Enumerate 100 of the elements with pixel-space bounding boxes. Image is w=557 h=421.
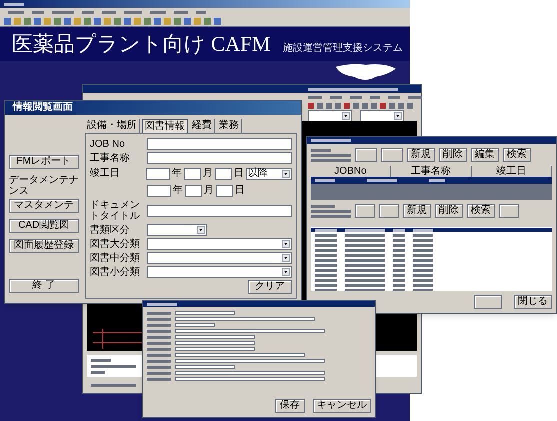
button[interactable]: キャンセル [313,399,371,413]
button[interactable] [381,148,403,162]
illegible-text-drawing [413,254,433,256]
input-field[interactable] [175,311,235,315]
button[interactable]: 検索 [503,148,531,162]
select-field[interactable] [147,238,292,250]
input-field[interactable] [184,168,201,180]
select-field[interactable] [308,110,352,122]
input-field[interactable] [147,205,292,217]
illegible-text-drawing [315,228,337,232]
input-field[interactable] [216,184,233,196]
illegible-text-drawing [315,258,337,262]
illegible-text-drawing [315,238,337,242]
input-field[interactable] [175,359,325,363]
illegible-text-drawing [311,154,351,156]
illegible-text-drawing [393,228,405,232]
illegible-text-drawing [413,264,433,266]
input-field[interactable] [175,365,235,369]
button[interactable]: 閉じる [514,295,552,309]
dropdown-arrow-icon [282,268,290,276]
illegible-text-drawing [345,248,385,252]
illegible-text-drawing [147,360,171,362]
button[interactable] [355,148,377,162]
dropdown-arrow-icon [282,170,290,178]
input-field[interactable] [147,152,292,164]
input-field[interactable] [147,138,292,150]
illegible-text-drawing [388,96,400,98]
select-field[interactable]: 以降 [246,168,292,180]
tab[interactable]: 図書情報 [142,119,188,133]
button[interactable]: 図面履歴登録 [9,239,79,253]
input-field[interactable] [146,168,170,180]
button[interactable]: クリア [248,280,292,294]
illegible-text-drawing [147,354,171,356]
illegible-text-drawing [330,96,342,98]
select-field[interactable] [360,110,404,122]
input-field[interactable] [175,377,325,381]
illegible-text-drawing [147,336,171,338]
illegible-text-drawing [315,288,337,291]
input-field[interactable] [175,347,255,351]
illegible-text-drawing [32,10,44,14]
select-field[interactable] [147,224,207,236]
input-field[interactable] [147,184,171,196]
illegible-text-drawing [147,324,171,326]
button[interactable] [355,204,375,218]
illegible-text-drawing [345,234,385,236]
button[interactable]: 編集 [471,148,499,162]
selected-row[interactable] [311,177,552,184]
illegible-text-drawing [308,96,322,98]
button[interactable]: 削除 [435,204,463,218]
illegible-text-drawing [315,268,337,272]
illegible-text-drawing [315,264,337,266]
button[interactable]: 保存 [275,399,305,413]
tab[interactable]: 業務 [217,119,242,133]
section-label: データメンテナンス [9,175,79,197]
illegible-text-drawing [393,254,405,256]
input-field[interactable] [175,317,315,321]
tab[interactable]: 設備・場所 [85,119,140,133]
illegible-text-drawing [345,244,385,246]
input-field[interactable] [175,353,305,357]
button[interactable] [379,204,399,218]
input-field[interactable] [175,329,325,333]
input-field[interactable] [175,335,255,339]
input-field[interactable] [185,184,202,196]
button[interactable] [474,295,502,309]
input-field[interactable] [175,371,325,375]
day-label: 日 [234,167,244,181]
button[interactable]: 新規 [407,148,435,162]
illegible-text-drawing [124,10,142,14]
illegible-text-drawing [147,330,171,332]
input-field[interactable] [175,323,215,327]
button[interactable]: 検索 [467,204,495,218]
illegible-text-drawing [345,284,385,286]
illegible-text-drawing [413,278,433,282]
input-field[interactable] [175,341,255,345]
select-field[interactable] [147,266,292,278]
field-label: 図書中分類 [90,252,141,264]
button[interactable]: 新規 [403,204,431,218]
illegible-text-drawing [345,254,385,256]
field-label: ドキュメントタイトル [90,200,141,222]
button[interactable]: FMレポート [9,155,79,169]
window-title: 情報閲覧画面 [5,101,301,115]
button[interactable] [499,204,519,218]
dropdown-arrow-icon [282,240,290,248]
tab[interactable]: 経費 [190,119,215,133]
button[interactable]: 削除 [439,148,467,162]
dropdown-arrow-icon [282,254,290,262]
illegible-text-drawing [91,365,136,368]
illegible-text-drawing [413,244,433,246]
input-field[interactable] [215,168,232,180]
illegible-text-drawing [315,278,337,282]
illegible-text-drawing [311,158,351,162]
button[interactable]: マスタメンテ [9,199,79,213]
button[interactable]: 終 了 [9,279,79,293]
selected-row[interactable] [311,228,552,232]
select-field[interactable] [147,252,292,264]
illegible-text-drawing [393,234,405,236]
illegible-text-drawing [82,10,94,14]
illegible-text-drawing [8,10,24,14]
button[interactable]: CAD閲覧図 [9,219,79,233]
illegible-text-drawing [174,10,188,14]
